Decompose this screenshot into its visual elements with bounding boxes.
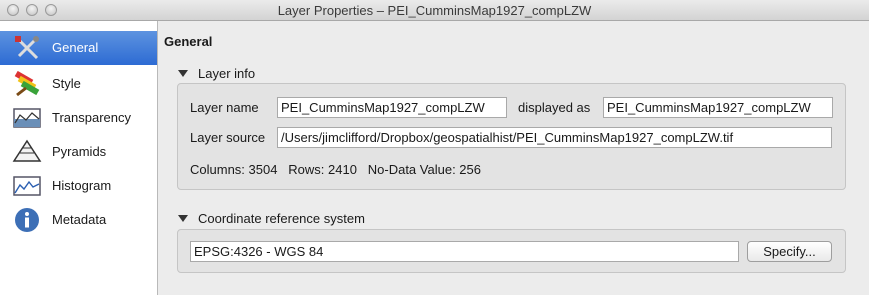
pyramids-icon: [12, 139, 42, 165]
histogram-icon: [12, 173, 42, 199]
raster-stats-text: Columns: 3504 Rows: 2410 No-Data Value: …: [190, 162, 481, 177]
displayed-as-field[interactable]: PEI_CumminsMap1927_compLZW: [603, 97, 833, 118]
sidebar-item-histogram[interactable]: Histogram: [0, 169, 157, 203]
sidebar-item-label: Style: [52, 76, 81, 91]
sidebar: General Style Transparency Pyramids Hist…: [0, 21, 158, 295]
sidebar-item-label: General: [52, 40, 99, 55]
crs-group: EPSG:4326 - WGS 84 Specify...: [177, 229, 846, 273]
layer-name-input[interactable]: PEI_CumminsMap1927_compLZW: [277, 97, 507, 118]
collapse-triangle-icon[interactable]: [178, 70, 188, 77]
paintbrush-icon: [12, 70, 42, 97]
sidebar-item-style[interactable]: Style: [0, 67, 157, 101]
title-bar: Layer Properties – PEI_CumminsMap1927_co…: [0, 0, 869, 21]
page-title: General: [164, 34, 213, 49]
sidebar-item-metadata[interactable]: Metadata: [0, 203, 157, 237]
layer-info-group: Layer name PEI_CumminsMap1927_compLZW di…: [177, 83, 846, 190]
general-tools-icon: [12, 35, 42, 61]
sidebar-item-pyramids[interactable]: Pyramids: [0, 135, 157, 169]
sidebar-item-label: Histogram: [52, 178, 112, 193]
displayed-as-label: displayed as: [518, 100, 591, 115]
collapse-triangle-icon[interactable]: [178, 215, 188, 222]
layer-source-label: Layer source: [190, 130, 266, 145]
crs-field[interactable]: EPSG:4326 - WGS 84: [190, 241, 739, 262]
sidebar-item-transparency[interactable]: Transparency: [0, 101, 157, 135]
crs-header[interactable]: Coordinate reference system: [178, 211, 365, 226]
sidebar-item-label: Transparency: [52, 110, 131, 125]
info-icon: [12, 207, 42, 233]
layer-info-header[interactable]: Layer info: [178, 66, 255, 81]
section-title: Layer info: [198, 66, 256, 81]
transparency-icon: [12, 105, 42, 131]
section-title: Coordinate reference system: [198, 211, 365, 226]
layer-source-field[interactable]: /Users/jimclifford/Dropbox/geospatialhis…: [277, 127, 832, 148]
sidebar-item-general[interactable]: General: [0, 31, 157, 65]
specify-button[interactable]: Specify...: [747, 241, 832, 262]
sidebar-item-label: Metadata: [52, 212, 107, 227]
window-title: Layer Properties – PEI_CumminsMap1927_co…: [277, 3, 592, 18]
layer-name-label: Layer name: [190, 100, 259, 115]
layer-properties-window: Layer Properties – PEI_CumminsMap1927_co…: [0, 0, 869, 295]
sidebar-item-label: Pyramids: [52, 144, 107, 159]
main-content: General Layer info Layer name PEI_Cummin…: [158, 21, 869, 295]
